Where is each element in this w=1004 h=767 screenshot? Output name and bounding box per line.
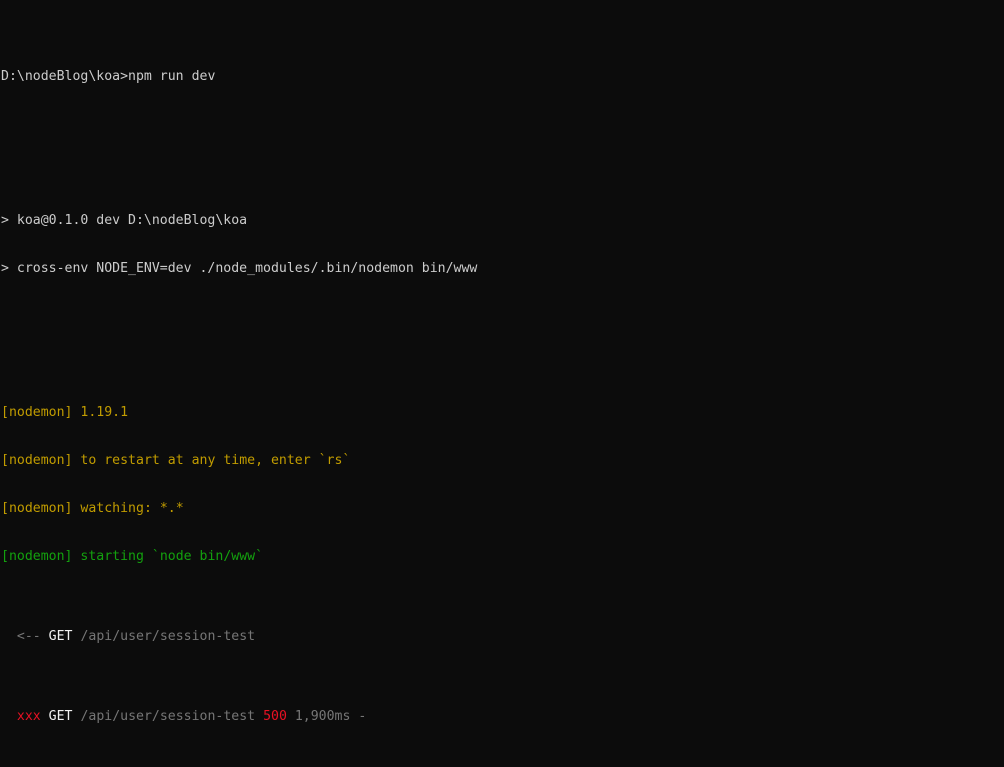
incoming-arrow-icon: <-- xyxy=(16,629,41,644)
nodemon-version-line: [nodemon] 1.19.1 xyxy=(0,405,1004,421)
request-duration: 1,900ms xyxy=(294,709,351,724)
nodemon-watching-line: [nodemon] watching: *.* xyxy=(0,501,1004,517)
nodemon-restart-line: [nodemon] to restart at any time, enter … xyxy=(0,453,1004,469)
status-code-500: 500 xyxy=(263,709,287,724)
nodemon-starting: starting `node bin/www` xyxy=(80,549,264,564)
prompt-path: D:\nodeBlog\koa> xyxy=(1,69,129,84)
trailing-dash: - xyxy=(358,709,367,724)
npm-package-line: > koa@0.1.0 dev D:\nodeBlog\koa xyxy=(1,213,248,228)
http-method: GET xyxy=(48,629,73,644)
nodemon-watching: watching: *.* xyxy=(80,501,184,516)
nodemon-restart-hint: to restart at any time, enter `rs` xyxy=(80,453,351,468)
prompt-command: npm run dev xyxy=(128,69,216,84)
prompt-line: D:\nodeBlog\koa>npm run dev xyxy=(0,69,1004,85)
error-marker-icon: xxx xyxy=(16,709,41,724)
nodemon-starting-line: [nodemon] starting `node bin/www` xyxy=(0,549,1004,565)
http-method: GET xyxy=(48,709,73,724)
request-path: /api/user/session-test xyxy=(80,629,256,644)
request-path: /api/user/session-test xyxy=(80,709,256,724)
npm-command-line: > cross-env NODE_ENV=dev ./node_modules/… xyxy=(1,261,478,276)
nodemon-tag: [nodemon] xyxy=(1,549,73,564)
nodemon-version: 1.19.1 xyxy=(80,405,129,420)
terminal-window[interactable]: D:\nodeBlog\koa>npm run dev > koa@0.1.0 … xyxy=(0,0,1004,767)
nodemon-tag: [nodemon] xyxy=(1,405,73,420)
nodemon-tag: [nodemon] xyxy=(1,453,73,468)
request-error-line: xxx GET /api/user/session-test 500 1,900… xyxy=(0,709,1004,725)
request-in-line: <-- GET /api/user/session-test xyxy=(0,629,1004,645)
nodemon-tag: [nodemon] xyxy=(1,501,73,516)
